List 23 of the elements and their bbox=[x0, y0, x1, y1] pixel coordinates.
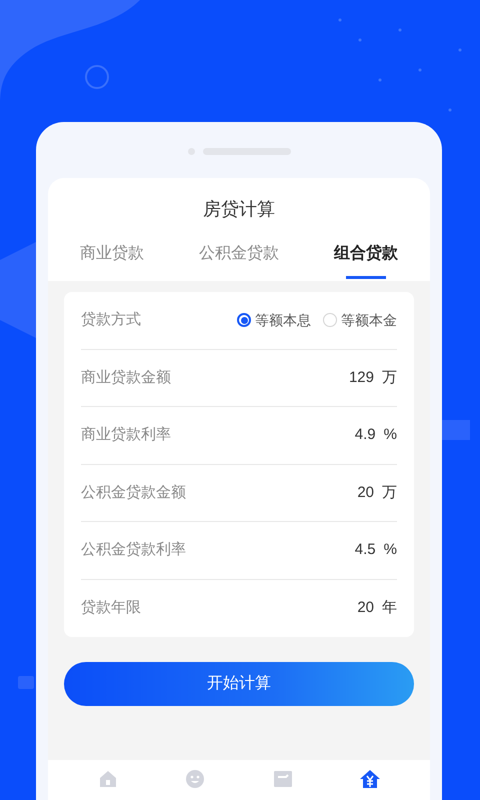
field-label: 商业贷款利率 bbox=[81, 425, 171, 445]
unit-label: 年 bbox=[382, 598, 397, 618]
field-label: 商业贷款金额 bbox=[81, 368, 171, 388]
screen-title: 房贷计算 bbox=[202, 198, 276, 221]
field-label: 公积金贷款利率 bbox=[81, 540, 186, 560]
field-label: 公积金贷款金额 bbox=[81, 482, 186, 502]
input-field[interactable]: 4.5 bbox=[354, 539, 376, 562]
radio-label: 等额本息 bbox=[255, 310, 311, 330]
radio-label: 等额本金 bbox=[341, 310, 397, 330]
calculate-button[interactable]: 开始计算 bbox=[64, 662, 414, 706]
field-label: 贷款方式 bbox=[81, 310, 141, 330]
input-field[interactable]: 20 bbox=[357, 597, 374, 620]
tab[interactable]: 组合贷款 bbox=[334, 242, 398, 281]
tab[interactable]: 商业贷款 bbox=[80, 242, 144, 281]
unit-label: % bbox=[384, 540, 397, 560]
input-field[interactable]: 129 bbox=[348, 366, 374, 389]
field-label: 贷款年限 bbox=[81, 598, 141, 618]
unit-label: 万 bbox=[382, 482, 397, 502]
input-field[interactable]: 20 bbox=[357, 482, 374, 504]
input-field[interactable]: 4.9 bbox=[354, 424, 376, 446]
unit-label: 万 bbox=[382, 368, 397, 388]
tab[interactable]: 公积金贷款 bbox=[199, 242, 279, 281]
unit-label: % bbox=[384, 425, 397, 445]
